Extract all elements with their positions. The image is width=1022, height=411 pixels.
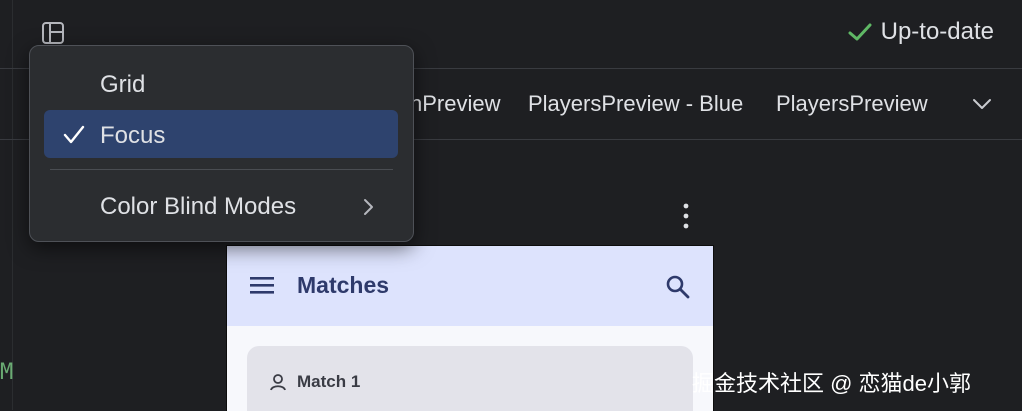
menu-separator (50, 169, 393, 170)
menu-item-focus[interactable]: Focus (44, 110, 398, 158)
hamburger-menu-icon (250, 277, 274, 294)
match-card-title: Match 1 (297, 372, 361, 391)
more-vertical-icon (683, 203, 689, 229)
menu-item-label: Color Blind Modes (100, 193, 297, 220)
checkmark-icon (848, 23, 872, 41)
chevron-right-icon (364, 199, 373, 215)
preview-more-button[interactable] (676, 200, 696, 234)
app-bar-title: Matches (297, 272, 390, 298)
tabs-overflow-button[interactable] (968, 92, 996, 121)
layout-dropdown-menu: Grid Focus Color Blind Modes (29, 45, 414, 242)
person-icon (270, 374, 286, 391)
status-indicator: Up-to-date (847, 18, 994, 46)
menu-item-grid[interactable]: Grid (44, 59, 398, 107)
match-card: Match 1 (247, 346, 693, 411)
tab-players-preview[interactable]: PlayersPreview (776, 91, 928, 117)
watermark: 掘金技术社区 @ 恋猫de小郭 (692, 371, 972, 396)
tab-players-preview-blue[interactable]: PlayersPreview - Blue (528, 91, 743, 117)
search-icon (666, 275, 690, 299)
status-label: Up-to-date (880, 18, 994, 45)
menu-item-color-blind-modes[interactable]: Color Blind Modes (44, 181, 398, 229)
device-preview: Matches Match 1 (226, 245, 714, 411)
menu-item-label: Grid (100, 71, 146, 98)
gutter-letter: M (0, 360, 14, 385)
menu-item-label: Focus (100, 122, 166, 149)
app-bar: Matches (227, 246, 713, 326)
chevron-down-icon (973, 99, 991, 109)
checkmark-icon (63, 125, 85, 144)
tab-preview-partial[interactable]: nPreview (410, 91, 500, 117)
